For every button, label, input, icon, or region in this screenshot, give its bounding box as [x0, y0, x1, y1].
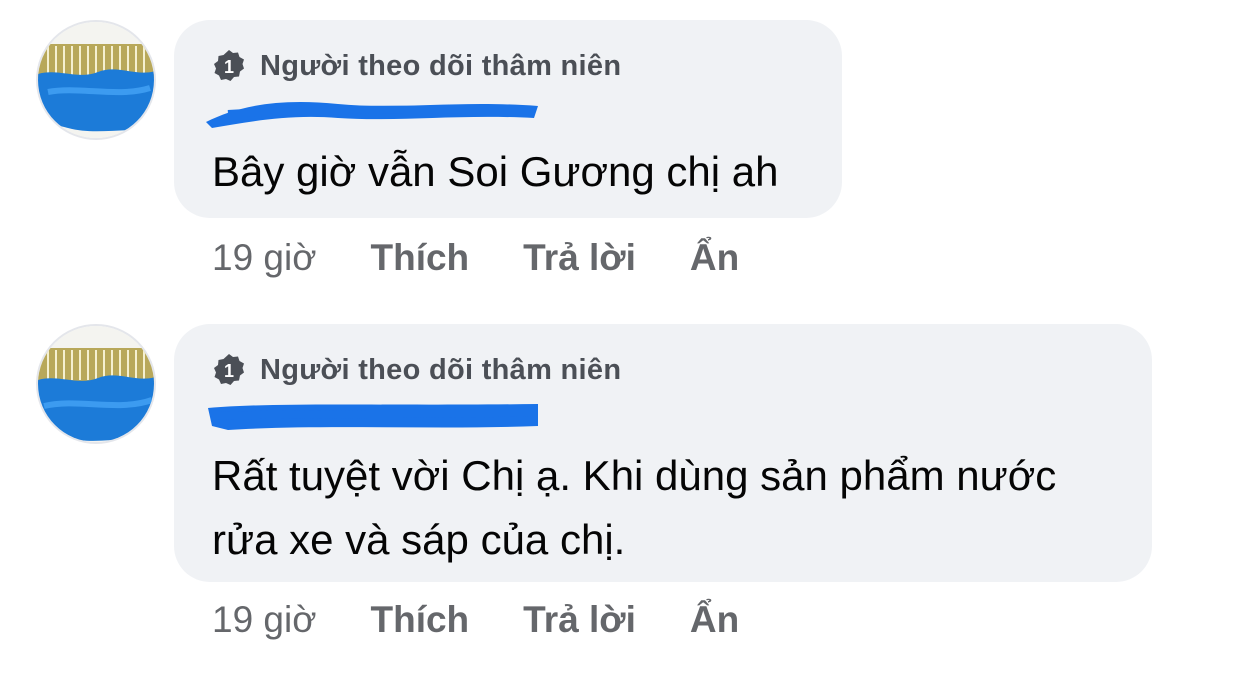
comment-timestamp[interactable]: 19 giờ	[212, 599, 317, 641]
comment-actions: 19 giờ Thích Trả lời Ẩn	[212, 236, 793, 280]
like-button[interactable]: Thích	[371, 599, 470, 641]
avatar-image	[38, 326, 154, 442]
comment-text: Rất tuyệt vời Chị ạ. Khi dùng sản phẩm n…	[212, 452, 1057, 563]
top-fan-badge-icon: 1	[214, 354, 244, 385]
comment-text: Bây giờ vẫn Soi Gương chị ah	[212, 148, 779, 195]
comment-actions: 19 giờ Thích Trả lời Ẩn	[212, 598, 793, 642]
badge-label: Người theo dõi thâm niên	[260, 49, 622, 82]
comment-2: 1 Người theo dõi thâm niên Rất tuyệt vời…	[0, 300, 1242, 673]
top-fan-badge-icon: 1	[214, 50, 244, 81]
like-button[interactable]: Thích	[371, 237, 470, 279]
comment-bubble: 1 Người theo dõi thâm niên Rất tuyệt vời…	[174, 324, 1152, 582]
comment-timestamp[interactable]: 19 giờ	[212, 237, 317, 279]
comment-bubble: 1 Người theo dõi thâm niên Bây giờ vẫn S…	[174, 20, 842, 218]
badge-row: 1 Người theo dõi thâm niên	[212, 48, 621, 84]
hide-button[interactable]: Ẩn	[690, 237, 739, 279]
svg-text:1: 1	[224, 361, 234, 381]
badge-row: 1 Người theo dõi thâm niên	[212, 352, 621, 388]
comment-1: 1 Người theo dõi thâm niên Bây giờ vẫn S…	[0, 0, 1242, 300]
reply-button[interactable]: Trả lời	[523, 237, 636, 279]
redacted-author-name[interactable]	[198, 92, 548, 132]
svg-text:1: 1	[224, 57, 234, 77]
avatar[interactable]	[36, 20, 156, 140]
hide-button[interactable]: Ẩn	[690, 599, 739, 641]
reply-button[interactable]: Trả lời	[523, 599, 636, 641]
avatar-image	[38, 22, 154, 138]
redacted-author-name[interactable]	[198, 396, 548, 436]
badge-label: Người theo dõi thâm niên	[260, 353, 622, 386]
avatar[interactable]	[36, 324, 156, 444]
